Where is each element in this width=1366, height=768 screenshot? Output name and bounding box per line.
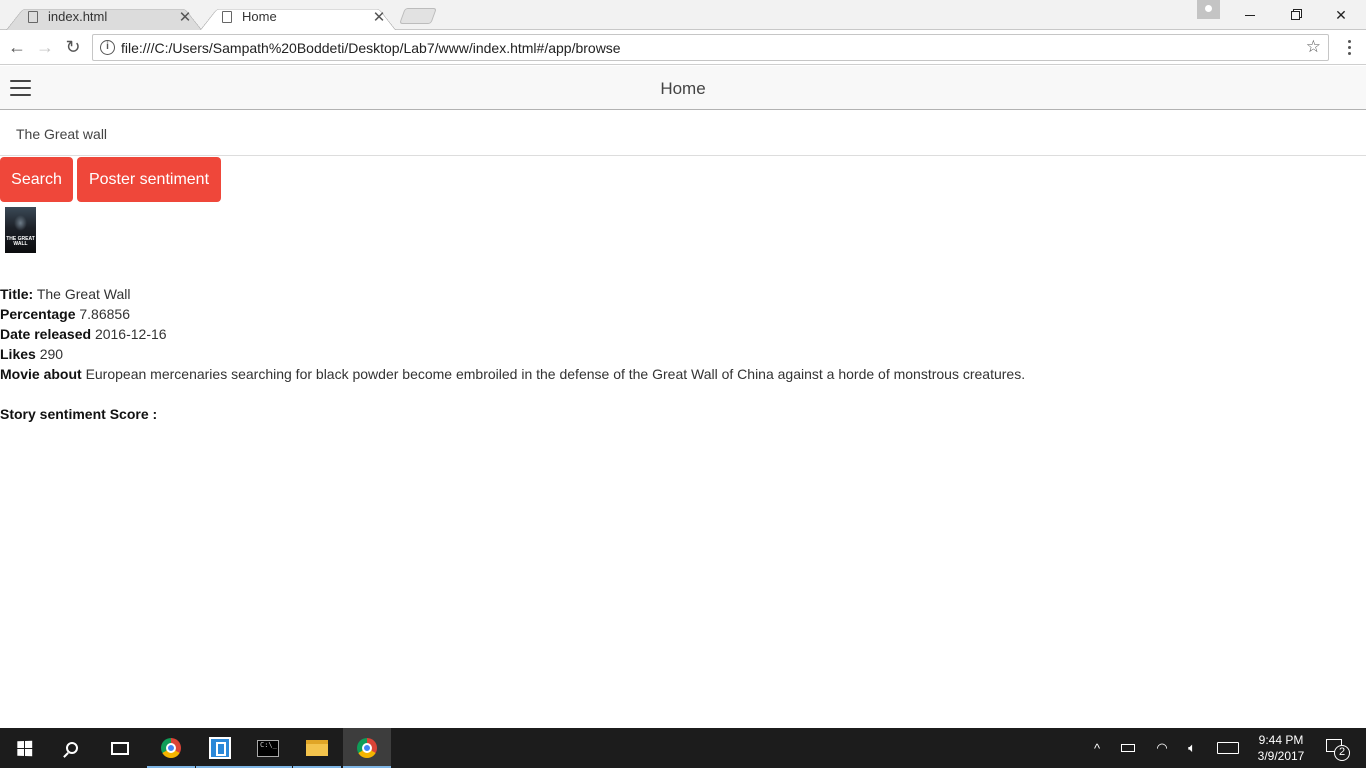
app-header: Home <box>0 66 1366 110</box>
detail-title: Title: The Great Wall <box>0 284 1025 304</box>
url-text[interactable]: file:///C:/Users/Sampath%20Boddeti/Deskt… <box>121 40 621 56</box>
taskbar-chrome-active[interactable] <box>343 728 391 768</box>
taskbar-chrome[interactable] <box>147 728 195 768</box>
detail-label: Movie about <box>0 366 82 382</box>
detail-value: 7.86856 <box>79 306 130 322</box>
detail-value: 290 <box>39 346 64 362</box>
task-view-icon <box>111 741 129 755</box>
page-title: Home <box>660 79 706 98</box>
windows-logo-icon <box>16 740 32 756</box>
chrome-icon <box>161 738 181 758</box>
taskbar-file-explorer[interactable] <box>293 728 341 768</box>
movie-search-input[interactable] <box>16 121 816 147</box>
restore-icon <box>1290 10 1300 20</box>
search-icon <box>66 742 78 754</box>
folder-icon <box>306 740 328 756</box>
detail-value: The Great Wall <box>36 286 131 302</box>
screen: index.html ✕ Home ✕ ✕ ← → ↻ i file:///C:… <box>0 0 1366 768</box>
app-icon <box>209 737 231 759</box>
menu-dot <box>1347 39 1351 43</box>
minimize-icon <box>1245 14 1255 16</box>
show-hidden-icons-chevron-icon[interactable]: ^ <box>1087 728 1107 768</box>
menu-dot <box>1347 51 1351 55</box>
page-icon <box>222 10 232 23</box>
detail-value: 2016-12-16 <box>94 326 167 342</box>
system-clock[interactable]: 9:44 PM 3/9/2017 <box>1250 732 1312 764</box>
profile-icon[interactable] <box>1197 0 1220 19</box>
task-view-button[interactable] <box>96 728 144 768</box>
restore-button[interactable] <box>1272 0 1318 30</box>
browser-tabstrip: index.html ✕ Home ✕ ✕ <box>0 0 1366 30</box>
chrome-icon <box>357 738 377 758</box>
start-button[interactable] <box>0 728 48 768</box>
poster-figure <box>14 215 27 231</box>
search-button[interactable]: Search <box>0 157 73 202</box>
volume-icon[interactable]: 🔈︎ <box>1182 728 1202 768</box>
detail-label: Date released <box>0 326 92 342</box>
detail-label: Story sentiment Score : <box>0 406 158 422</box>
close-tab-icon[interactable]: ✕ <box>178 8 192 26</box>
battery-icon[interactable] <box>1118 728 1138 768</box>
page-icon <box>28 10 38 23</box>
poster-caption: THE GREAT WALL <box>6 236 35 247</box>
movie-poster: THE GREAT WALL <box>5 207 36 253</box>
taskbar-cmd[interactable]: C:\_ <box>244 728 292 768</box>
browser-menu-icon[interactable] <box>1340 36 1358 58</box>
browser-tab-index[interactable]: index.html ✕ <box>6 3 202 30</box>
detail-label: Likes <box>0 346 36 362</box>
browser-tab-home[interactable]: Home ✕ <box>200 3 396 30</box>
detail-percentage: Percentage 7.86856 <box>0 304 1025 324</box>
search-row <box>0 111 1366 156</box>
notification-count-badge: 2 <box>1334 745 1350 761</box>
detail-label: Title: <box>0 286 34 302</box>
browser-toolbar: ← → ↻ i file:///C:/Users/Sampath%20Bodde… <box>0 30 1366 65</box>
new-tab-button[interactable] <box>399 8 437 24</box>
command-prompt-icon: C:\_ <box>257 739 279 757</box>
wifi-icon[interactable]: ◠ <box>1152 728 1172 768</box>
tab-title: Home <box>242 9 277 24</box>
poster-sentiment-button[interactable]: Poster sentiment <box>77 157 221 202</box>
detail-story-sentiment: Story sentiment Score : <box>0 404 1025 424</box>
address-bar[interactable]: i file:///C:/Users/Sampath%20Boddeti/Des… <box>92 34 1329 61</box>
detail-movie-about: Movie about European mercenaries searchi… <box>0 364 1025 384</box>
bookmark-star-icon[interactable]: ☆ <box>1306 37 1321 57</box>
keyboard-icon[interactable] <box>1214 728 1242 768</box>
action-center-button[interactable]: 2 <box>1320 728 1360 768</box>
detail-value: European mercenaries searching for black… <box>85 366 1026 382</box>
back-icon[interactable]: ← <box>5 36 29 58</box>
clock-date: 3/9/2017 <box>1257 749 1305 763</box>
forward-icon[interactable]: → <box>33 36 57 58</box>
minimize-button[interactable] <box>1227 0 1273 30</box>
taskbar-store[interactable] <box>196 728 244 768</box>
taskbar-search-button[interactable] <box>48 728 96 768</box>
clock-time: 9:44 PM <box>1258 733 1304 747</box>
windows-taskbar: C:\_ ^ ◠ 🔈︎ 9:44 PM 3/9/2017 2 <box>0 728 1366 768</box>
detail-likes: Likes 290 <box>0 344 1025 364</box>
detail-date-released: Date released 2016-12-16 <box>0 324 1025 344</box>
info-icon[interactable]: i <box>100 40 115 55</box>
detail-label: Percentage <box>0 306 76 322</box>
close-window-button[interactable]: ✕ <box>1318 0 1364 30</box>
movie-details: Title: The Great Wall Percentage 7.86856… <box>0 284 1025 424</box>
menu-dot <box>1347 45 1351 49</box>
tab-title: index.html <box>48 9 108 24</box>
reload-icon[interactable]: ↻ <box>61 36 85 58</box>
close-tab-icon[interactable]: ✕ <box>372 8 386 26</box>
